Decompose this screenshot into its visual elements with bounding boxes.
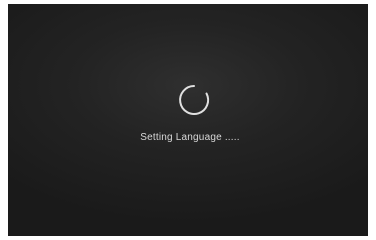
loading-screen: Setting Language ..... (8, 4, 368, 236)
status-text: Setting Language ..... (140, 132, 240, 143)
loading-spinner-icon (179, 85, 210, 115)
